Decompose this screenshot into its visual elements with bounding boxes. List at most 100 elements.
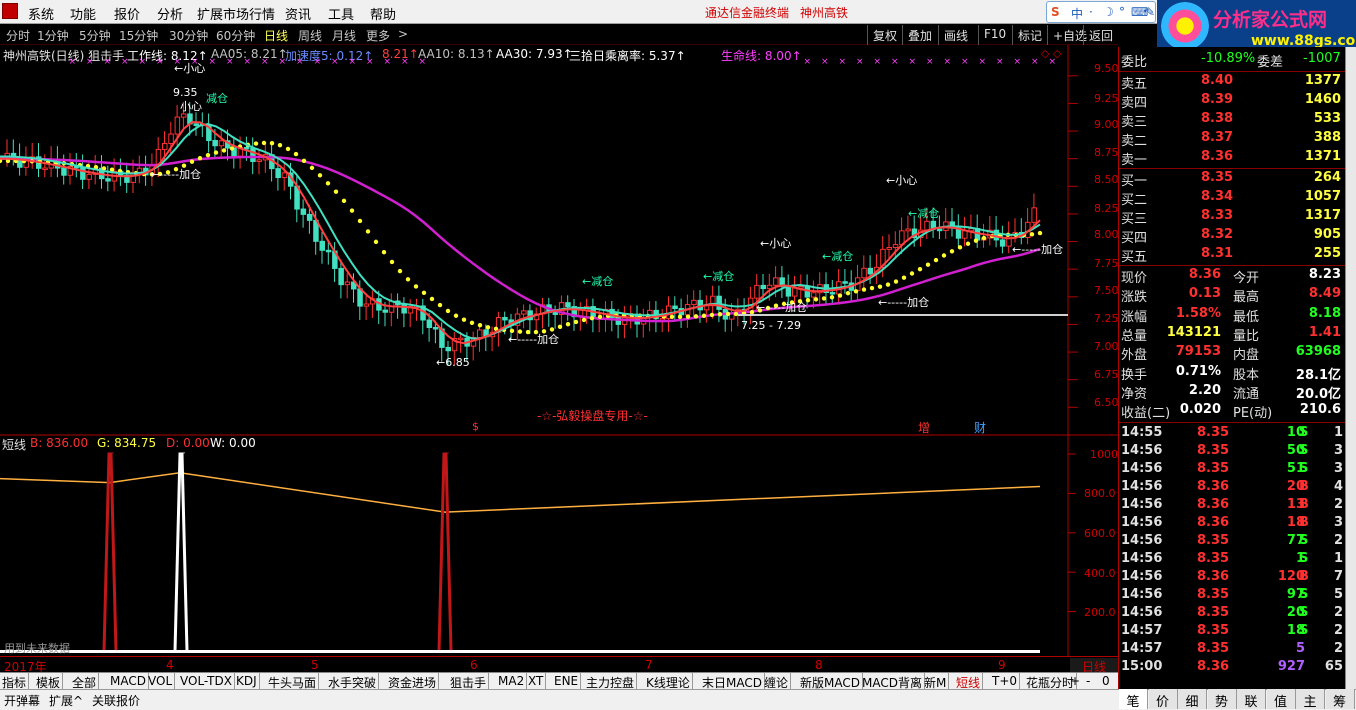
indicator-tab-20[interactable]: 新M xyxy=(922,673,950,690)
menu-item-system[interactable]: 系统 xyxy=(28,4,54,23)
indicator-tab-4[interactable]: VOL xyxy=(146,673,176,689)
stat-row[interactable]: 换手 0.71% 股本 28.1亿 xyxy=(1119,363,1345,383)
indicator-tab-16[interactable]: 末日MACD xyxy=(700,673,765,690)
indicator-tab-8[interactable]: 水手突破 xyxy=(326,673,380,690)
draw-line-button[interactable]: 画线 xyxy=(938,25,973,45)
side-strip[interactable] xyxy=(1345,47,1356,689)
indicator-tab-22[interactable]: T+0 xyxy=(990,673,1021,689)
ask-row[interactable]: 卖一 8.36 1371 xyxy=(1119,148,1345,168)
period-tab-15min[interactable]: 15分钟 xyxy=(119,27,158,44)
tick-row[interactable]: 14:56 8.36 120 B 7 xyxy=(1119,568,1345,586)
stat-row[interactable]: 收益(二) 0.020 PE(动) 210.6 xyxy=(1119,401,1345,421)
ime-punct-icon[interactable]: · xyxy=(1089,5,1093,19)
tick-row[interactable]: 14:57 8.35 18 S 2 xyxy=(1119,622,1345,640)
period-tab-1min[interactable]: 1分钟 xyxy=(37,27,69,44)
ime-dot-icon[interactable]: ° xyxy=(1119,5,1125,19)
period-tab-5min[interactable]: 5分钟 xyxy=(79,27,111,44)
back-button[interactable]: 返回 xyxy=(1083,25,1118,45)
ask-row[interactable]: 卖三 8.38 533 xyxy=(1119,110,1345,130)
period-tab-60min[interactable]: 60分钟 xyxy=(216,27,255,44)
indicator-tab-19[interactable]: MACD背离 xyxy=(860,673,925,690)
ime-chinese-mode[interactable]: 中 xyxy=(1071,5,1083,22)
menu-item-function[interactable]: 功能 xyxy=(70,4,96,23)
indicator-tab-3[interactable]: MACD xyxy=(108,673,149,689)
indicator-tab-25[interactable]: - xyxy=(1084,673,1092,689)
menu-item-quote[interactable]: 报价 xyxy=(114,4,140,23)
f10-button[interactable]: F10 xyxy=(978,25,1011,45)
tick-tab-2[interactable]: 细 xyxy=(1178,689,1207,710)
indicator-tab-21[interactable]: 短线 xyxy=(954,673,984,690)
tick-tab-6[interactable]: 主 xyxy=(1296,689,1325,710)
stat-row[interactable]: 净资 2.20 流通 20.0亿 xyxy=(1119,382,1345,402)
indicator-tab-13[interactable]: ENE xyxy=(552,673,582,689)
period-tab-intraday[interactable]: 分时 xyxy=(6,27,30,44)
indicator-tab-1[interactable]: 模板 xyxy=(34,673,64,690)
bid-row[interactable]: 买三 8.33 1317 xyxy=(1119,207,1345,227)
stat-row[interactable]: 涨幅 1.58% 最低 8.18 xyxy=(1119,305,1345,325)
bid-row[interactable]: 买一 8.35 264 xyxy=(1119,169,1345,189)
related-quote-button[interactable]: 关联报价 xyxy=(92,692,140,709)
tick-tab-7[interactable]: 筹 xyxy=(1325,689,1355,710)
indicator-tab-0[interactable]: 指标 xyxy=(0,673,30,690)
period-tab-weekly[interactable]: 周线 xyxy=(298,27,322,44)
tick-row[interactable]: 14:56 8.35 1 S 1 xyxy=(1119,550,1345,568)
stat-row[interactable]: 外盘 79153 内盘 63968 xyxy=(1119,343,1345,363)
period-tab-daily[interactable]: 日线 xyxy=(264,27,288,44)
stat-row[interactable]: 总量 143121 量比 1.41 xyxy=(1119,324,1345,344)
sub-indicator-chart[interactable]: ⌐ ⌐ ⌐ xyxy=(0,434,1118,656)
period-more-arrow-icon[interactable]: > xyxy=(398,27,408,41)
tick-row[interactable]: 14:57 8.35 5 2 xyxy=(1119,640,1345,658)
main-kline-chart[interactable]: × × × × × × × × × × × × × × × × × × × × × × × × × × × × × × × × × × × × xyxy=(0,45,1118,434)
expand-button[interactable]: 扩展^ xyxy=(49,692,83,709)
indicator-tab-7[interactable]: 牛头马面 xyxy=(266,673,320,690)
tick-row[interactable]: 14:56 8.35 77 S 2 xyxy=(1119,532,1345,550)
indicator-tab-11[interactable]: MA2 xyxy=(496,673,528,689)
tick-row[interactable]: 14:56 8.35 97 S 5 xyxy=(1119,586,1345,604)
indicator-tab-17[interactable]: 缠论 xyxy=(762,673,792,690)
tick-tab-3[interactable]: 势 xyxy=(1207,689,1237,710)
menu-item-extended-market[interactable]: 扩展市场行情 xyxy=(197,4,275,23)
menu-item-news[interactable]: 资讯 xyxy=(285,4,311,23)
restore-right-button[interactable]: 复权 xyxy=(867,25,902,45)
ask-row[interactable]: 卖二 8.37 388 xyxy=(1119,129,1345,149)
tick-tab-5[interactable]: 值 xyxy=(1266,689,1296,710)
ask-row[interactable]: 卖四 8.39 1460 xyxy=(1119,91,1345,111)
indicator-tab-10[interactable]: 狙击手 xyxy=(448,673,490,690)
ask-row[interactable]: 卖五 8.40 1377 xyxy=(1119,72,1345,92)
danmaku-toggle[interactable]: 开弹幕 xyxy=(4,692,40,709)
period-tab-monthly[interactable]: 月线 xyxy=(332,27,356,44)
mark-button[interactable]: 标记 xyxy=(1012,25,1047,45)
indicator-tab-12[interactable]: XT xyxy=(526,673,547,689)
indicator-tab-14[interactable]: 主力控盘 xyxy=(584,673,638,690)
tick-row[interactable]: 14:55 8.35 10 S 1 xyxy=(1119,424,1345,442)
tick-row[interactable]: 14:56 8.35 50 S 3 xyxy=(1119,442,1345,460)
indicator-tab-18[interactable]: 新版MACD xyxy=(798,673,863,690)
period-tab-30min[interactable]: 30分钟 xyxy=(169,27,208,44)
bid-row[interactable]: 买五 8.31 255 xyxy=(1119,245,1345,265)
indicator-tab-6[interactable]: KDJ xyxy=(234,673,260,689)
tick-row[interactable]: 14:56 8.36 20 B 4 xyxy=(1119,478,1345,496)
stat-row[interactable]: 涨跌 0.13 最高 8.49 xyxy=(1119,285,1345,305)
menu-item-help[interactable]: 帮助 xyxy=(370,4,396,23)
stat-row[interactable]: 现价 8.36 今开 8.23 xyxy=(1119,266,1345,286)
tick-row[interactable]: 14:56 8.36 18 B 3 xyxy=(1119,514,1345,532)
ime-toolbar[interactable]: S 中 · ☽ ° ⌨ ✎ xyxy=(1046,1,1156,23)
indicator-tab-5[interactable]: VOL-TDX xyxy=(178,673,235,689)
indicator-tab-24[interactable]: + xyxy=(1068,673,1082,689)
overlay-button[interactable]: 叠加 xyxy=(902,25,937,45)
indicator-tab-15[interactable]: K线理论 xyxy=(644,673,693,690)
tick-tab-0[interactable]: 笔 xyxy=(1119,689,1148,710)
ime-moon-icon[interactable]: ☽ xyxy=(1103,5,1114,19)
tick-tab-1[interactable]: 价 xyxy=(1148,689,1178,710)
tick-row[interactable]: 14:56 8.35 51 S 3 xyxy=(1119,460,1345,478)
ime-pen-icon[interactable]: ✎ xyxy=(1145,5,1155,19)
tick-row[interactable]: 14:56 8.36 13 B 2 xyxy=(1119,496,1345,514)
tick-tab-4[interactable]: 联 xyxy=(1237,689,1266,710)
menu-item-analysis[interactable]: 分析 xyxy=(157,4,183,23)
menu-item-tools[interactable]: 工具 xyxy=(328,4,354,23)
bid-row[interactable]: 买二 8.34 1057 xyxy=(1119,188,1345,208)
indicator-tab-2[interactable]: 全部 xyxy=(70,673,100,690)
period-tab-more[interactable]: 更多 xyxy=(366,27,390,44)
indicator-tab-9[interactable]: 资金进场 xyxy=(386,673,440,690)
tick-row[interactable]: 15:00 8.36 927 65 xyxy=(1119,658,1345,676)
